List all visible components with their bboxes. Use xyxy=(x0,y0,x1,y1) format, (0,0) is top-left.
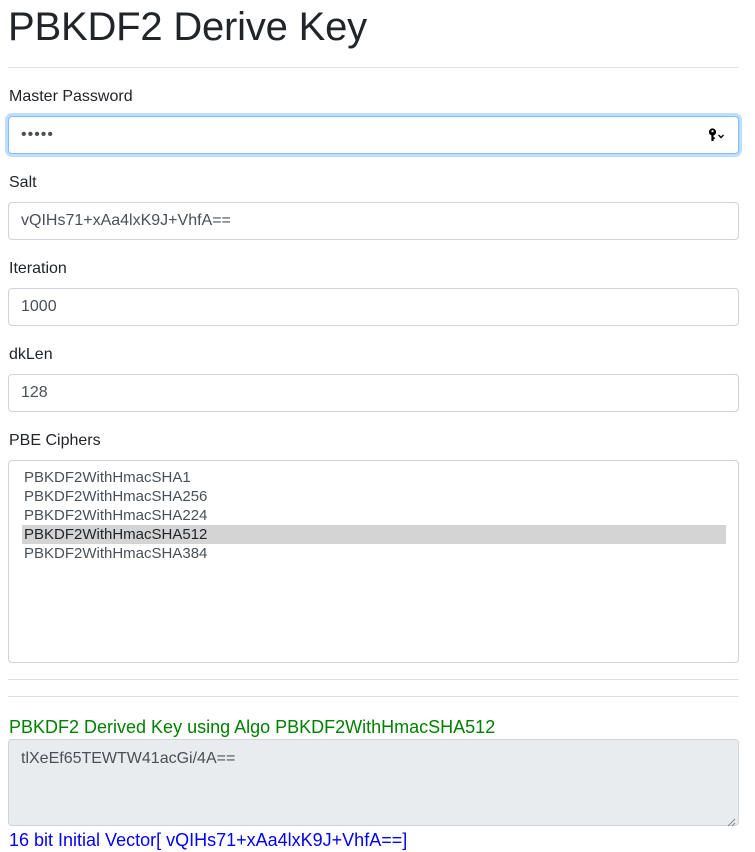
dklen-value: 128 xyxy=(21,384,48,401)
resize-grip-icon[interactable] xyxy=(727,814,736,827)
derived-key-output[interactable]: tlXeEf65TEWTW41acGi/4A== xyxy=(8,739,739,827)
pbkdf2-page: PBKDF2 Derive Key Master Password ••••• … xyxy=(0,0,755,852)
salt-label: Salt xyxy=(9,174,37,191)
iteration-value: 1000 xyxy=(21,298,57,315)
initial-vector-text: 16 bit Initial Vector[ vQIHs71+xAa4lxK9J… xyxy=(9,830,408,850)
cipher-option-selected[interactable]: PBKDF2WithHmacSHA512 xyxy=(22,525,726,544)
derived-key-heading: PBKDF2 Derived Key using Algo PBKDF2With… xyxy=(9,717,496,737)
password-masked-value: ••••• xyxy=(21,126,55,143)
dklen-input[interactable]: 128 xyxy=(8,374,739,412)
divider xyxy=(8,679,739,680)
divider xyxy=(8,67,739,68)
cipher-option[interactable]: PBKDF2WithHmacSHA224 xyxy=(22,506,726,525)
cipher-option[interactable]: PBKDF2WithHmacSHA256 xyxy=(22,487,726,506)
key-icon[interactable] xyxy=(708,127,726,143)
salt-input[interactable]: vQIHs71+xAa4lxK9J+VhfA== xyxy=(8,202,739,240)
derived-key-value: tlXeEf65TEWTW41acGi/4A== xyxy=(21,750,236,767)
iteration-input[interactable]: 1000 xyxy=(8,288,739,326)
divider xyxy=(8,696,739,697)
cipher-option[interactable]: PBKDF2WithHmacSHA1 xyxy=(22,468,726,487)
ciphers-label: PBE Ciphers xyxy=(9,432,101,449)
ciphers-listbox[interactable]: PBKDF2WithHmacSHA1 PBKDF2WithHmacSHA256 … xyxy=(8,460,739,663)
cipher-option[interactable]: PBKDF2WithHmacSHA384 xyxy=(22,544,726,563)
password-label: Master Password xyxy=(9,88,133,105)
password-field[interactable]: ••••• xyxy=(8,116,739,154)
dklen-label: dkLen xyxy=(9,346,53,363)
page-title: PBKDF2 Derive Key xyxy=(8,5,367,49)
salt-value: vQIHs71+xAa4lxK9J+VhfA== xyxy=(21,212,231,229)
iteration-label: Iteration xyxy=(9,260,67,277)
